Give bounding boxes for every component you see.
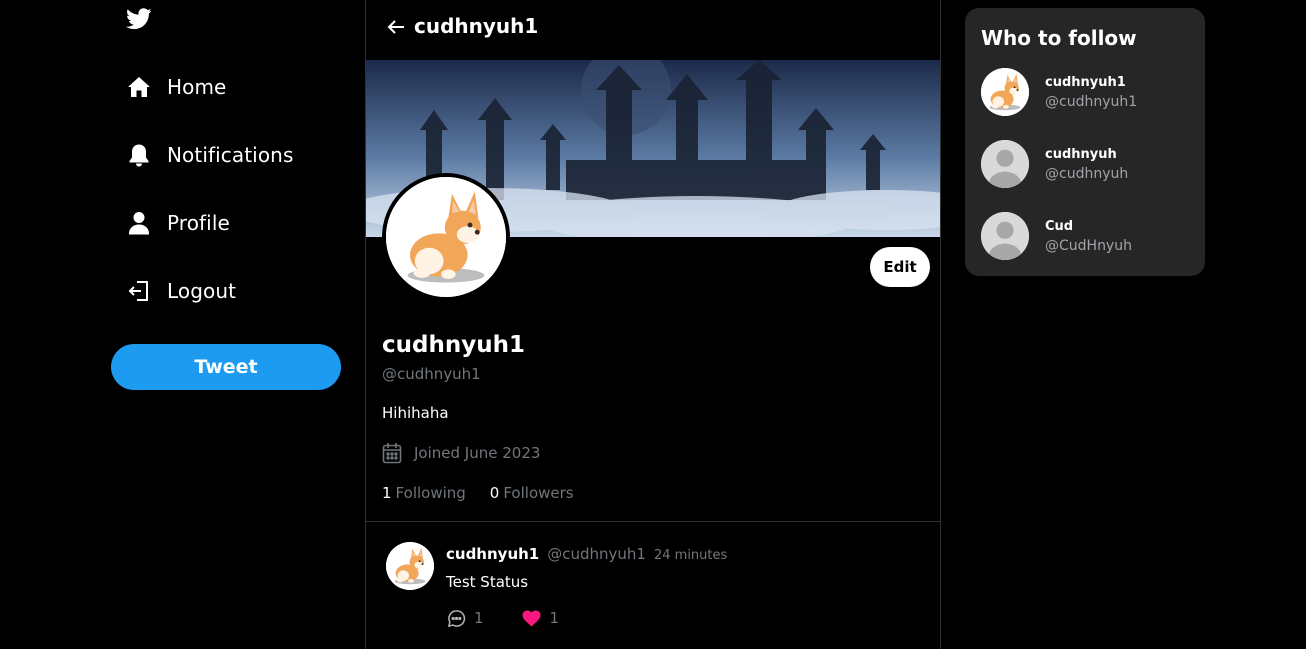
like-count: 1 (549, 609, 560, 627)
suggested-user[interactable]: cudhnyuh @cudhnyuh (981, 139, 1191, 189)
nav-notifications-label: Notifications (167, 143, 294, 167)
following-link[interactable]: 1 Following (382, 484, 466, 502)
nav-logout[interactable]: Logout (126, 273, 236, 309)
following-label: Following (395, 484, 466, 502)
suggested-user-avatar (981, 212, 1029, 260)
main-column: cudhnyuh1 Edit cudhnyuh1 @cudhnyuh1 Hihi… (365, 0, 941, 649)
tweet-item[interactable]: cudhnyuh1 @cudhnyuh1 24 minutes Test Sta… (366, 522, 940, 649)
suggested-user-name: Cud (1045, 218, 1074, 234)
suggested-user[interactable]: cudhnyuh1 @cudhnyuh1 (981, 67, 1191, 117)
suggested-user-name: cudhnyuh (1045, 146, 1117, 162)
profile-joined: Joined June 2023 (382, 442, 540, 464)
suggested-user[interactable]: Cud @CudHnyuh (981, 211, 1191, 261)
comment-count: 1 (474, 609, 484, 627)
left-sidebar: Home Notifications Profile Logout Tweet (0, 0, 366, 649)
follow-counts: 1 Following 0 Followers (382, 484, 598, 502)
home-icon (126, 74, 152, 100)
twitter-bird-icon[interactable] (126, 8, 152, 32)
who-to-follow-card: Who to follow cudhnyuh1 @cudhnyuh1 cudhn… (965, 8, 1205, 276)
header-title: cudhnyuh1 (414, 14, 539, 38)
followers-label: Followers (503, 484, 574, 502)
nav-notifications[interactable]: Notifications (126, 137, 293, 173)
suggested-user-name: cudhnyuh1 (1045, 74, 1126, 90)
tweet-avatar[interactable] (386, 542, 434, 590)
like-button[interactable]: 1 (522, 608, 560, 628)
comment-icon (446, 608, 466, 628)
suggested-user-avatar (981, 140, 1029, 188)
tweet-timestamp: 24 minutes (653, 548, 728, 563)
tweet-actions: 1 1 (446, 608, 597, 628)
following-count: 1 (382, 484, 392, 502)
comment-button[interactable]: 1 (446, 608, 484, 628)
profile-handle: @cudhnyuh1 (382, 365, 481, 383)
nav-profile[interactable]: Profile (126, 205, 230, 241)
logout-icon (126, 278, 152, 304)
joined-text: Joined June 2023 (414, 444, 541, 462)
profile-avatar[interactable] (382, 173, 510, 301)
profile-name: cudhnyuh1 (382, 332, 525, 358)
nav-logout-label: Logout (167, 279, 237, 303)
profile-bio: Hihihaha (382, 404, 449, 422)
tweet-text: Test Status (446, 573, 529, 591)
who-to-follow-title: Who to follow (981, 26, 1137, 50)
tweet-header: cudhnyuh1 @cudhnyuh1 24 minutes (446, 545, 727, 563)
suggested-user-handle: @cudhnyuh (1045, 165, 1129, 182)
user-icon (126, 210, 152, 236)
nav-home[interactable]: Home (126, 69, 226, 105)
edit-profile-button[interactable]: Edit (870, 247, 930, 287)
tweet-author-name[interactable]: cudhnyuh1 (446, 545, 539, 563)
nav-home-label: Home (167, 75, 227, 99)
profile-header: cudhnyuh1 (366, 0, 940, 60)
arrow-left-icon[interactable] (386, 17, 408, 39)
followers-count: 0 (489, 484, 500, 502)
bell-icon (126, 142, 152, 168)
nav-profile-label: Profile (167, 211, 230, 235)
followers-link[interactable]: 0 Followers (490, 484, 574, 502)
suggested-user-handle: @cudhnyuh1 (1045, 93, 1138, 110)
suggested-user-handle: @CudHnyuh (1045, 237, 1132, 254)
suggested-user-avatar (981, 68, 1029, 116)
heart-icon (522, 608, 542, 628)
tweet-author-handle: @cudhnyuh1 (547, 545, 646, 563)
tweet-button[interactable]: Tweet (111, 344, 341, 390)
calendar-icon (382, 442, 406, 464)
